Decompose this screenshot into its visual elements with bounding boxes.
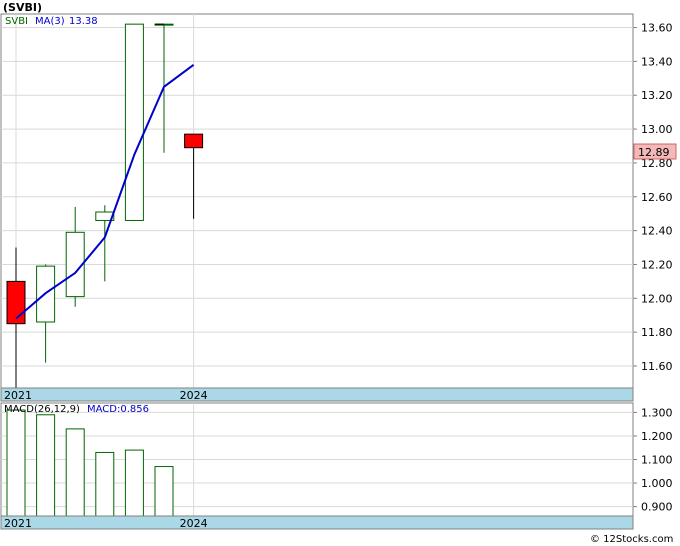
macd-bar (124, 449, 144, 517)
macd-bar (154, 466, 174, 517)
price-tick-label: 11.60 (641, 360, 673, 373)
candle (124, 23, 144, 221)
macd-bar (6, 409, 26, 517)
macd-x-tick-label: 2024 (180, 517, 208, 530)
price-tick-label: 13.20 (641, 89, 673, 102)
macd-tick-label: 1.100 (641, 454, 673, 467)
price-tick-label: 12.00 (641, 292, 673, 305)
macd-value-label: MACD:0.856 (87, 404, 149, 415)
price-tick-label: 12.40 (641, 225, 673, 238)
price-x-tick-label: 2024 (180, 389, 208, 402)
symbol-label: SVBI (5, 16, 28, 27)
last-price-tag: 12.89 (633, 143, 677, 160)
candle-body (184, 133, 204, 149)
price-date-band (0, 387, 634, 402)
macd-tick-label: 1.300 (641, 406, 673, 419)
chart-title: (SVBI) (3, 1, 42, 14)
macd-date-band (0, 515, 634, 530)
price-tick-label: 11.80 (641, 326, 673, 339)
last-price-value: 12.89 (638, 146, 670, 159)
macd-tick-label: 1.200 (641, 430, 673, 443)
macd-panel: 0.900 1.000 1.100 1.200 1.300 2021 2024 MACD(… (0, 402, 673, 530)
price-tick-label: 12.60 (641, 191, 673, 204)
price-tick-label: 13.40 (641, 55, 673, 68)
ma-label: MA(3) (35, 16, 65, 27)
macd-tick-label: 0.900 (641, 501, 673, 514)
price-tick-label: 12.20 (641, 258, 673, 271)
price-tick-label: 13.00 (641, 123, 673, 136)
macd-x-tick-label: 2021 (4, 517, 32, 530)
price-tick-label: 13.60 (641, 22, 673, 35)
macd-title: MACD(26,12,9) (4, 404, 80, 415)
macd-bar (65, 428, 85, 517)
stock-chart: (SVBI) 11.60 11.80 12.00 12.20 12.40 12.60 12.… (0, 1, 677, 545)
price-panel: 11.6011.8012.0012.2012.4012.6012.8013.00… (0, 13, 677, 402)
candle-body (124, 23, 144, 221)
macd-bar (36, 414, 56, 517)
macd-bar (95, 451, 115, 517)
watermark: © 12Stocks.com (590, 534, 673, 545)
price-x-tick-label: 2021 (4, 389, 32, 402)
macd-tick-label: 1.000 (641, 477, 673, 490)
ma-value-label: 13.38 (69, 16, 98, 27)
